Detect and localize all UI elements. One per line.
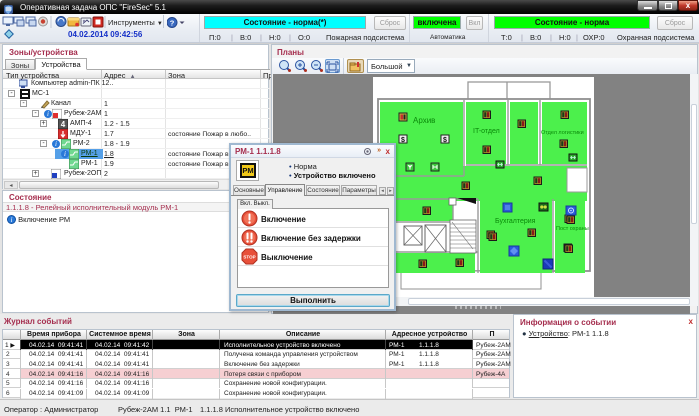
svg-text:$: $ [443, 137, 447, 144]
svg-text:Пост охраны: Пост охраны [556, 226, 589, 232]
svg-text:?: ? [170, 19, 175, 28]
svg-text:i: i [11, 216, 13, 224]
svg-text:4: 4 [61, 120, 66, 129]
svg-text:Бухгалтерия: Бухгалтерия [495, 218, 536, 225]
svg-text:IT-отдел: IT-отдел [473, 128, 500, 135]
svg-text:Отдел логистики: Отдел логистики [541, 130, 584, 136]
svg-text:STOP: STOP [243, 255, 255, 260]
svg-text:Архив: Архив [413, 116, 435, 125]
svg-text:$: $ [401, 137, 405, 144]
